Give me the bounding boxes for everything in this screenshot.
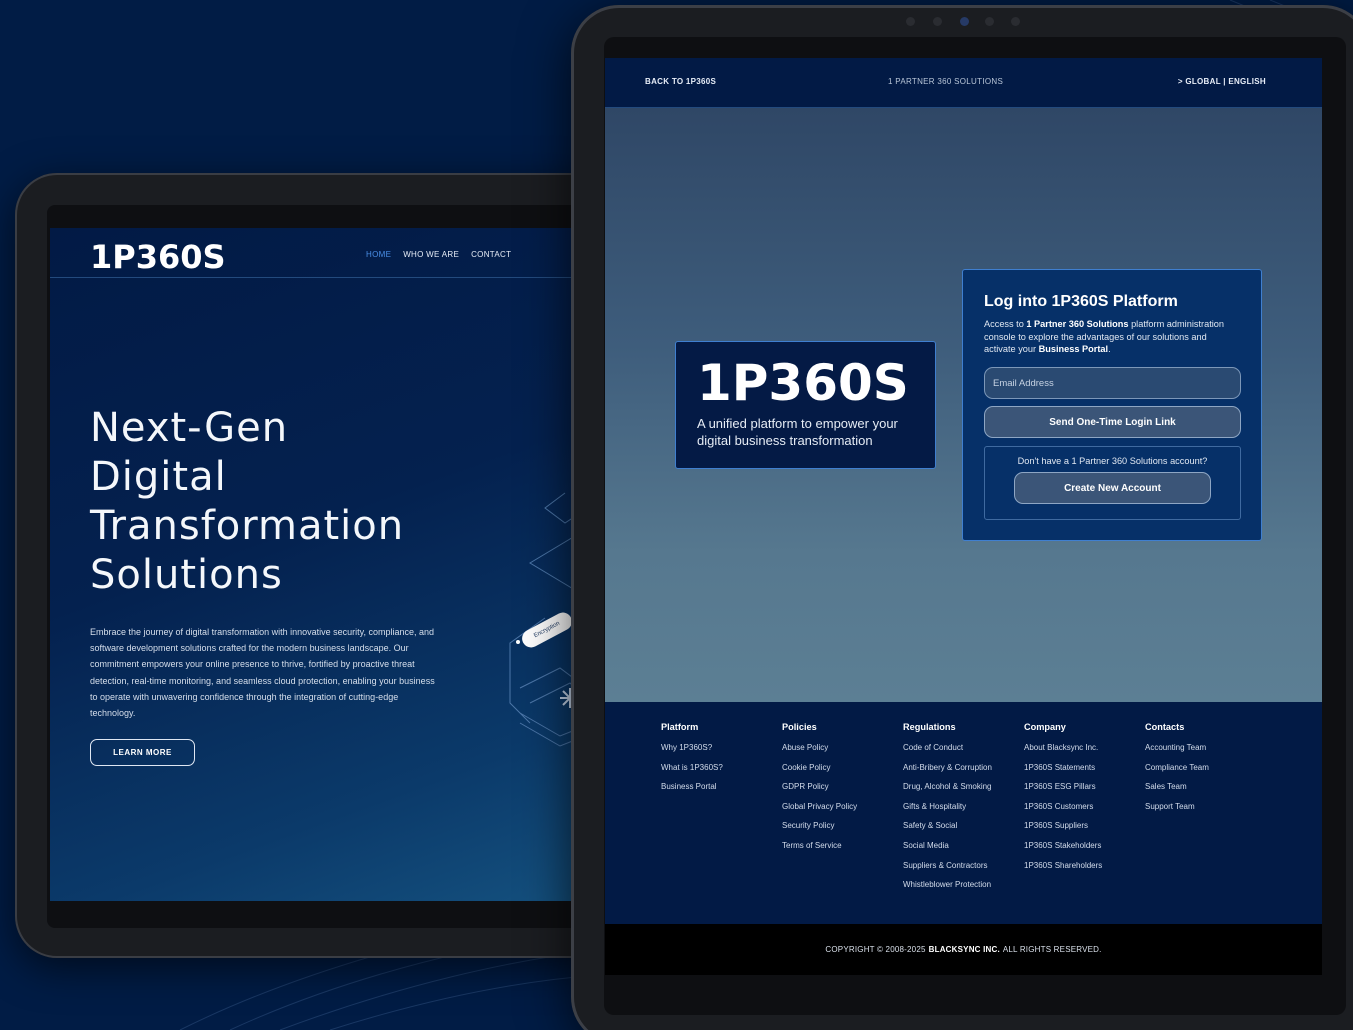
right-tablet-screen: BACK TO 1P360S 1 PARTNER 360 SOLUTIONS >… bbox=[605, 58, 1322, 975]
nav-home[interactable]: HOME bbox=[366, 250, 391, 259]
footer-link[interactable]: Cookie Policy bbox=[782, 762, 857, 782]
hero-title: Next-Gen Digital Transformation Solution… bbox=[90, 404, 510, 600]
left-tablet-screen: 1P360S HOME WHO WE ARE CONTACT Next-Gen … bbox=[50, 228, 573, 901]
footer-link[interactable]: Gifts & Hospitality bbox=[903, 801, 992, 821]
footer-column-policies: Policies Abuse Policy Cookie Policy GDPR… bbox=[782, 722, 857, 860]
footer-link[interactable]: 1P360S Stakeholders bbox=[1024, 840, 1102, 860]
footer-link[interactable]: Abuse Policy bbox=[782, 742, 857, 762]
top-bar: BACK TO 1P360S 1 PARTNER 360 SOLUTIONS >… bbox=[605, 58, 1322, 108]
footer-link[interactable]: Support Team bbox=[1145, 801, 1209, 821]
footer-link[interactable]: 1P360S Statements bbox=[1024, 762, 1102, 782]
hero-description: Embrace the journey of digital transform… bbox=[90, 627, 435, 719]
site-header: 1P360S HOME WHO WE ARE CONTACT bbox=[50, 228, 573, 278]
sensor-icon bbox=[985, 17, 994, 26]
footer-link[interactable]: 1P360S Suppliers bbox=[1024, 820, 1102, 840]
footer-heading: Company bbox=[1024, 722, 1066, 732]
footer-link[interactable]: Drug, Alcohol & Smoking bbox=[903, 781, 992, 801]
footer-column-company: Company About Blacksync Inc. 1P360S Stat… bbox=[1024, 722, 1102, 879]
footer-link[interactable]: Security Policy bbox=[782, 820, 857, 840]
site-logo[interactable]: 1P360S bbox=[90, 238, 226, 276]
footer-link[interactable]: Anti-Bribery & Corruption bbox=[903, 762, 992, 782]
back-link[interactable]: BACK TO 1P360S bbox=[645, 77, 716, 86]
footer-heading: Policies bbox=[782, 722, 817, 732]
hero-title-line: Solutions bbox=[90, 552, 283, 598]
signup-prompt: Don't have a 1 Partner 360 Solutions acc… bbox=[1017, 456, 1208, 466]
footer-link[interactable]: Business Portal bbox=[661, 781, 723, 801]
copyright-text: COPYRIGHT © 2008-2025 bbox=[825, 945, 926, 954]
footer-link[interactable]: Accounting Team bbox=[1145, 742, 1209, 762]
footer-link[interactable]: 1P360S Customers bbox=[1024, 801, 1102, 821]
footer-heading: Regulations bbox=[903, 722, 956, 732]
footer-link[interactable]: Sales Team bbox=[1145, 781, 1209, 801]
footer-column-platform: Platform Why 1P360S? What is 1P360S? Bus… bbox=[661, 722, 723, 801]
footer-link[interactable]: Safety & Social bbox=[903, 820, 992, 840]
footer-link[interactable]: Compliance Team bbox=[1145, 762, 1209, 782]
footer-link[interactable]: Whistleblower Protection bbox=[903, 879, 992, 899]
hero-title-line: Next-Gen bbox=[90, 405, 289, 451]
footer-link[interactable]: Why 1P360S? bbox=[661, 742, 723, 762]
send-login-link-button[interactable]: Send One-Time Login Link bbox=[984, 406, 1241, 438]
email-input[interactable] bbox=[984, 367, 1241, 399]
nav-who-we-are[interactable]: WHO WE ARE bbox=[403, 250, 459, 259]
footer-link[interactable]: Terms of Service bbox=[782, 840, 857, 860]
footer-heading: Platform bbox=[661, 722, 699, 732]
footer-link[interactable]: Social Media bbox=[903, 840, 992, 860]
footer-link[interactable]: 1P360S ESG Pillars bbox=[1024, 781, 1102, 801]
learn-more-button[interactable]: LEARN MORE bbox=[90, 739, 195, 766]
footer-heading: Contacts bbox=[1145, 722, 1185, 732]
hero-title-line: Digital bbox=[90, 454, 227, 500]
create-account-button[interactable]: Create New Account bbox=[1014, 472, 1211, 504]
footer-link[interactable]: 1P360S Shareholders bbox=[1024, 860, 1102, 880]
node-dot bbox=[516, 640, 520, 644]
signup-box: Don't have a 1 Partner 360 Solutions acc… bbox=[984, 446, 1241, 520]
sensor-icon bbox=[933, 17, 942, 26]
footer-column-contacts: Contacts Accounting Team Compliance Team… bbox=[1145, 722, 1209, 820]
copyright-bar: COPYRIGHT © 2008-2025 BLACKSYNC INC. ALL… bbox=[605, 924, 1322, 975]
login-card: Log into 1P360S Platform Access to 1 Par… bbox=[962, 269, 1262, 541]
nav-contact[interactable]: CONTACT bbox=[471, 250, 511, 259]
hero-title-line: Transformation bbox=[90, 503, 405, 549]
language-selector[interactable]: > GLOBAL | ENGLISH bbox=[1178, 77, 1266, 86]
sensor-icon bbox=[1011, 17, 1020, 26]
footer-link[interactable]: About Blacksync Inc. bbox=[1024, 742, 1102, 762]
copyright-rights: ALL RIGHTS RESERVED. bbox=[1002, 945, 1102, 954]
brand-logo: 1P360S bbox=[697, 354, 909, 412]
login-hero: 1P360S A unified platform to empower you… bbox=[605, 108, 1322, 702]
login-description: Access to 1 Partner 360 Solutions platfo… bbox=[984, 319, 1225, 355]
brand-card: 1P360S A unified platform to empower you… bbox=[675, 341, 936, 469]
footer-link[interactable]: Code of Conduct bbox=[903, 742, 992, 762]
main-nav: HOME WHO WE ARE CONTACT bbox=[366, 250, 511, 259]
site-footer: Platform Why 1P360S? What is 1P360S? Bus… bbox=[605, 702, 1322, 924]
camera-icon bbox=[960, 17, 969, 26]
brand-tagline: A unified platform to empower your digit… bbox=[697, 416, 898, 448]
copyright-company: BLACKSYNC INC. bbox=[928, 945, 1000, 954]
footer-link[interactable]: GDPR Policy bbox=[782, 781, 857, 801]
site-name: 1 PARTNER 360 SOLUTIONS bbox=[888, 77, 1004, 86]
footer-link[interactable]: Global Privacy Policy bbox=[782, 801, 857, 821]
sensor-icon bbox=[906, 17, 915, 26]
footer-link[interactable]: Suppliers & Contractors bbox=[903, 860, 992, 880]
footer-link[interactable]: What is 1P360S? bbox=[661, 762, 723, 782]
footer-column-regulations: Regulations Code of Conduct Anti-Bribery… bbox=[903, 722, 992, 899]
login-title: Log into 1P360S Platform bbox=[984, 293, 1178, 310]
